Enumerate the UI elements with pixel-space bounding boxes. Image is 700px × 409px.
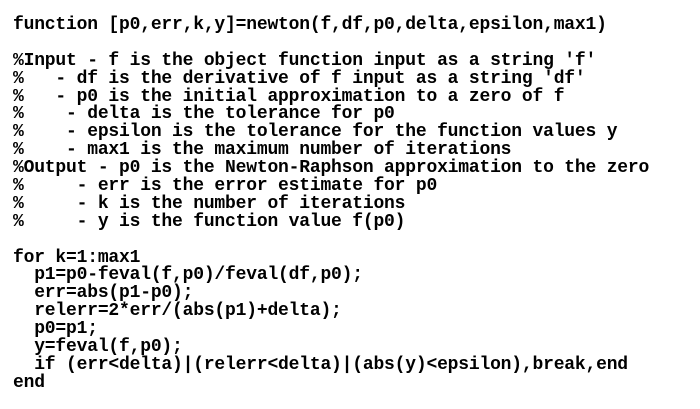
code-line-relerr-update: relerr=2*err/(abs(p1)+delta); — [13, 301, 342, 322]
code-line-comment-input-df: % - df is the derivative of f input as a… — [13, 68, 586, 89]
code-line-function-signature: function [p0,err,k,y]=newton(f,df,p0,del… — [13, 15, 607, 35]
code-line-comment-output-y: % - y is the function value f(p0) — [13, 211, 406, 232]
code-line-end: end — [13, 372, 45, 393]
code-listing: function [p0,err,k,y]=newton(f,df,p0,del… — [13, 15, 649, 393]
code-line-comment-input-f: %Input - f is the object function input … — [13, 50, 597, 71]
code-line-break-condition: if (err<delta)|(relerr<delta)|(abs(y)<ep… — [13, 354, 628, 375]
